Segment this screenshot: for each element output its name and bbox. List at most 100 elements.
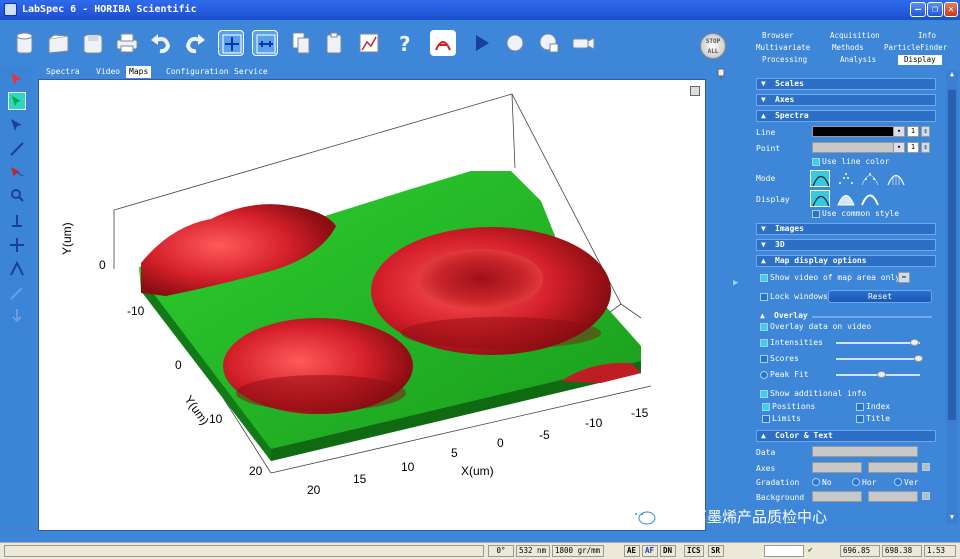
line-dropdown-arrow[interactable]: ▾ [893, 126, 905, 137]
view-options-button[interactable] [690, 86, 700, 96]
stop-record-icon[interactable] [502, 30, 528, 56]
tab-browser[interactable]: Browser [762, 31, 794, 40]
split-icon[interactable] [252, 30, 278, 56]
tab-methods[interactable]: Methods [832, 43, 864, 52]
intensities-slider-knob[interactable] [910, 339, 919, 346]
limits-checkbox[interactable] [762, 415, 770, 423]
tab-analysis[interactable]: Analysis [840, 55, 876, 64]
gradation-no-radio[interactable] [812, 478, 820, 486]
scores-slider-knob[interactable] [914, 355, 923, 362]
point-color-picker[interactable] [812, 142, 894, 153]
display-filled-icon[interactable] [836, 190, 856, 207]
tab-acquisition[interactable]: Acquisition [830, 31, 880, 40]
tab-service[interactable]: Service [234, 66, 268, 78]
baseline-icon[interactable] [8, 212, 26, 230]
zoom-area-icon[interactable] [8, 116, 26, 134]
maximize-button[interactable]: ❐ [927, 2, 943, 17]
pointer-icon[interactable] [8, 70, 26, 88]
status-toggle-af[interactable]: AF [642, 545, 658, 557]
background-select-2[interactable] [868, 491, 918, 502]
tab-spectra[interactable]: Spectra [46, 66, 80, 78]
close-button[interactable]: ✕ [944, 2, 958, 17]
mode-line-points-icon[interactable] [860, 170, 880, 187]
help-icon[interactable]: ? [392, 30, 418, 56]
status-toggle-dn[interactable]: DN [660, 545, 676, 557]
status-input[interactable] [764, 545, 804, 557]
status-toggle-ics[interactable]: ICS [684, 545, 704, 557]
print-icon[interactable] [114, 30, 140, 56]
minimize-button[interactable]: – [910, 2, 926, 17]
data-color-select[interactable] [812, 446, 918, 457]
line-tool-icon[interactable] [8, 140, 26, 158]
play-icon[interactable] [468, 30, 494, 56]
copy-icon[interactable] [288, 30, 314, 56]
section-color-text[interactable]: ▲ Color & Text [756, 430, 936, 442]
collapse-arrow-icon[interactable]: ▶ [733, 278, 738, 288]
intensities-checkbox[interactable] [760, 339, 768, 347]
crosshair-icon[interactable] [218, 30, 244, 56]
tab-configuration[interactable]: Configuration [166, 66, 229, 78]
use-line-color-checkbox[interactable] [812, 158, 820, 166]
tab-display[interactable]: Display [898, 55, 942, 65]
lock-windows-checkbox[interactable] [760, 293, 768, 301]
gradation-hor-radio[interactable] [852, 478, 860, 486]
mode-line-icon[interactable] [810, 170, 830, 187]
title-checkbox[interactable] [856, 415, 864, 423]
section-scales[interactable]: ▼ Scales [756, 78, 936, 90]
index-checkbox[interactable] [856, 403, 864, 411]
point-dropdown-arrow[interactable]: ▾ [893, 142, 905, 153]
undo-icon[interactable] [148, 30, 174, 56]
tab-video[interactable]: Video [96, 66, 120, 78]
right-panel-scrollbar[interactable]: ▲ ▼ [946, 70, 958, 525]
status-toggle-ae[interactable]: AE [624, 545, 640, 557]
overlay-data-on-video-checkbox[interactable] [760, 323, 768, 331]
scores-checkbox[interactable] [760, 355, 768, 363]
pen-icon[interactable] [8, 284, 26, 302]
use-common-style-checkbox[interactable] [812, 210, 820, 218]
reset-button[interactable]: Reset [828, 290, 932, 303]
line-color-picker[interactable] [812, 126, 894, 137]
surface-plot[interactable]: -10 0 10 20 Y(um) 20 15 10 5 0 -5 -10 -1… [39, 80, 707, 532]
gradation-ver-radio[interactable] [894, 478, 902, 486]
axes-color-checkbox[interactable] [922, 463, 930, 471]
paste-icon[interactable] [322, 30, 348, 56]
magnifier-icon[interactable] [8, 186, 26, 204]
line-width-input[interactable]: 1 [907, 126, 919, 137]
tab-multivariate[interactable]: Multivariate [756, 43, 810, 52]
show-video-map-area-checkbox[interactable] [760, 274, 768, 282]
scroll-up-icon[interactable]: ▲ [947, 70, 957, 80]
mode-area-icon[interactable] [886, 170, 906, 187]
peak-fit-radio[interactable] [760, 371, 768, 379]
mode-points-icon[interactable] [836, 170, 856, 187]
scroll-thumb[interactable] [948, 90, 956, 420]
peak-fit-slider-knob[interactable] [877, 371, 886, 378]
multi-cursor-icon[interactable] [8, 164, 26, 182]
grid-icon[interactable] [536, 30, 562, 56]
save-icon[interactable] [80, 30, 106, 56]
section-axes[interactable]: ▼ Axes [756, 94, 936, 106]
point-width-input[interactable]: 1 [907, 142, 919, 153]
anchor-icon[interactable] [8, 306, 26, 324]
positions-checkbox[interactable] [762, 403, 770, 411]
peak-icon[interactable] [8, 260, 26, 278]
display-plain-icon[interactable] [810, 190, 830, 207]
intensities-slider[interactable] [836, 342, 920, 344]
axes-color-select-1[interactable] [812, 462, 862, 473]
show-additional-info-checkbox[interactable] [760, 390, 768, 398]
tab-maps[interactable]: Maps [126, 66, 152, 78]
section-3d[interactable]: ▼ 3D [756, 239, 936, 251]
section-map-display-options[interactable]: ▲ Map display options [756, 255, 936, 267]
section-spectra[interactable]: ▲ Spectra [756, 110, 936, 122]
open-icon[interactable] [46, 30, 72, 56]
stop-all-button[interactable]: STOP ALL [700, 33, 726, 59]
point-width-stepper[interactable]: ⇕ [921, 142, 930, 153]
redo-icon[interactable] [182, 30, 208, 56]
tab-particlefinder[interactable]: ParticleFinder [884, 43, 947, 52]
camera-icon[interactable] [570, 30, 596, 56]
status-toggle-sr[interactable]: SR [708, 545, 724, 557]
scroll-down-icon[interactable]: ▼ [947, 513, 957, 523]
background-select-1[interactable] [812, 491, 862, 502]
move-icon[interactable] [8, 236, 26, 254]
new-icon[interactable] [12, 30, 38, 56]
tab-info[interactable]: Info [918, 31, 936, 40]
